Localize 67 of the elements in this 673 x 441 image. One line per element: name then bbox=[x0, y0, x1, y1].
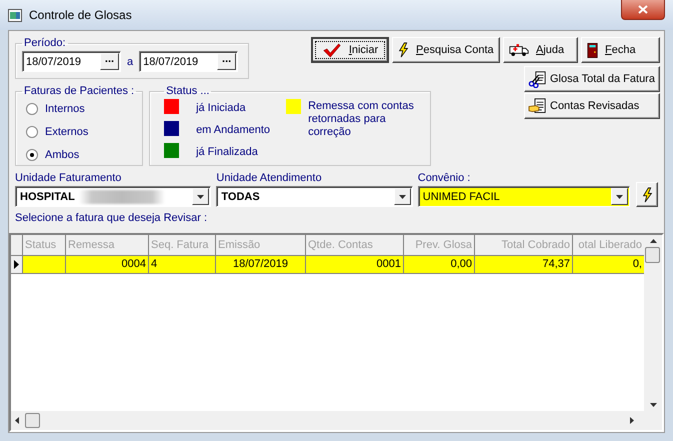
field-label: Unidade Atendimento bbox=[216, 172, 322, 184]
ambulance-icon bbox=[509, 43, 529, 57]
dropdown-arrow-button[interactable] bbox=[192, 188, 210, 205]
scissors-document-icon bbox=[528, 70, 547, 88]
dropdown-field[interactable]: UNIMED FACIL bbox=[418, 186, 630, 207]
vertical-scrollbar[interactable] bbox=[644, 235, 662, 411]
dropdown-arrow-button[interactable] bbox=[611, 188, 628, 205]
group-title: Status ... bbox=[165, 85, 210, 97]
window-title: Controle de Glosas bbox=[29, 8, 133, 22]
legend-label: em Andamento bbox=[196, 123, 270, 137]
radio-option[interactable]: Ambos bbox=[22, 143, 136, 166]
hand-document-icon bbox=[528, 98, 547, 114]
action-button[interactable]: Glosa Total da Fatura bbox=[524, 66, 660, 92]
search-button[interactable] bbox=[636, 182, 658, 207]
close-button[interactable] bbox=[621, 0, 665, 20]
scroll-up-icon bbox=[650, 239, 656, 243]
scroll-right-icon bbox=[630, 417, 634, 424]
lightning-icon bbox=[398, 42, 409, 58]
legend-label: Remessa com contas retornadas para correção bbox=[308, 99, 415, 139]
toolbar-button[interactable]: Iniciar bbox=[311, 37, 389, 63]
table-cell: 74,37 bbox=[475, 256, 573, 274]
window-icon bbox=[8, 8, 22, 22]
date-picker-button[interactable]: ... bbox=[100, 53, 119, 70]
toolbar-button[interactable]: Ajuda bbox=[503, 37, 578, 63]
caret-down-icon bbox=[398, 194, 406, 198]
table-row[interactable]: 0004 4 18/07/2019 0001 0,00 74,37 0, bbox=[11, 256, 644, 274]
legend-label: já Iniciada bbox=[196, 101, 246, 115]
close-icon bbox=[638, 5, 648, 14]
scroll-thumb[interactable] bbox=[645, 247, 660, 263]
range-separator: a bbox=[127, 56, 134, 68]
scroll-thumb[interactable] bbox=[25, 413, 40, 428]
dropdown-field[interactable]: HOSPITAL bbox=[15, 186, 212, 207]
radio-button[interactable] bbox=[26, 102, 38, 114]
dropdown-arrow-button[interactable] bbox=[394, 188, 411, 205]
toolbar-button[interactable]: Pesquisa Conta bbox=[392, 37, 500, 63]
radio-button[interactable] bbox=[26, 148, 38, 160]
date-picker-button[interactable]: ... bbox=[217, 53, 236, 70]
table-cell bbox=[23, 256, 66, 274]
dropdown-field[interactable]: TODAS bbox=[216, 186, 413, 207]
door-icon bbox=[587, 42, 598, 58]
table-cell: 0001 bbox=[306, 256, 404, 274]
horizontal-scrollbar[interactable] bbox=[11, 411, 662, 430]
radio-button[interactable] bbox=[26, 126, 38, 138]
lightning-icon bbox=[642, 186, 653, 202]
table-cell: 18/07/2019 bbox=[216, 256, 306, 274]
legend-label: já Finalizada bbox=[196, 145, 258, 159]
table-cell: 0004 bbox=[66, 256, 149, 274]
field-label: Convênio : bbox=[418, 172, 470, 184]
scroll-down-icon bbox=[650, 403, 656, 407]
check-icon bbox=[322, 42, 342, 58]
scroll-left-icon bbox=[15, 417, 19, 424]
radio-option[interactable]: Internos bbox=[22, 97, 136, 120]
action-button[interactable]: Contas Revisadas bbox=[524, 93, 660, 119]
caret-down-icon bbox=[616, 194, 624, 198]
toolbar-button[interactable]: Fecha bbox=[581, 37, 660, 63]
field-label: Unidade Faturamento bbox=[15, 172, 122, 184]
row-selector[interactable] bbox=[11, 256, 23, 274]
date-field[interactable]: 18/07/2019 ... bbox=[22, 51, 121, 72]
caret-down-icon bbox=[197, 194, 204, 198]
table-cell: 4 bbox=[149, 256, 216, 274]
row-pointer-icon bbox=[14, 260, 19, 269]
table-cell: 0,00 bbox=[404, 256, 475, 274]
group-title: Faturas de Pacientes : bbox=[23, 85, 136, 97]
period-label: Período: bbox=[23, 37, 67, 49]
radio-option[interactable]: Externos bbox=[22, 120, 136, 143]
instruction-label: Selecione a fatura que deseja Revisar : bbox=[15, 212, 208, 224]
date-field[interactable]: 18/07/2019 ... bbox=[139, 51, 238, 72]
